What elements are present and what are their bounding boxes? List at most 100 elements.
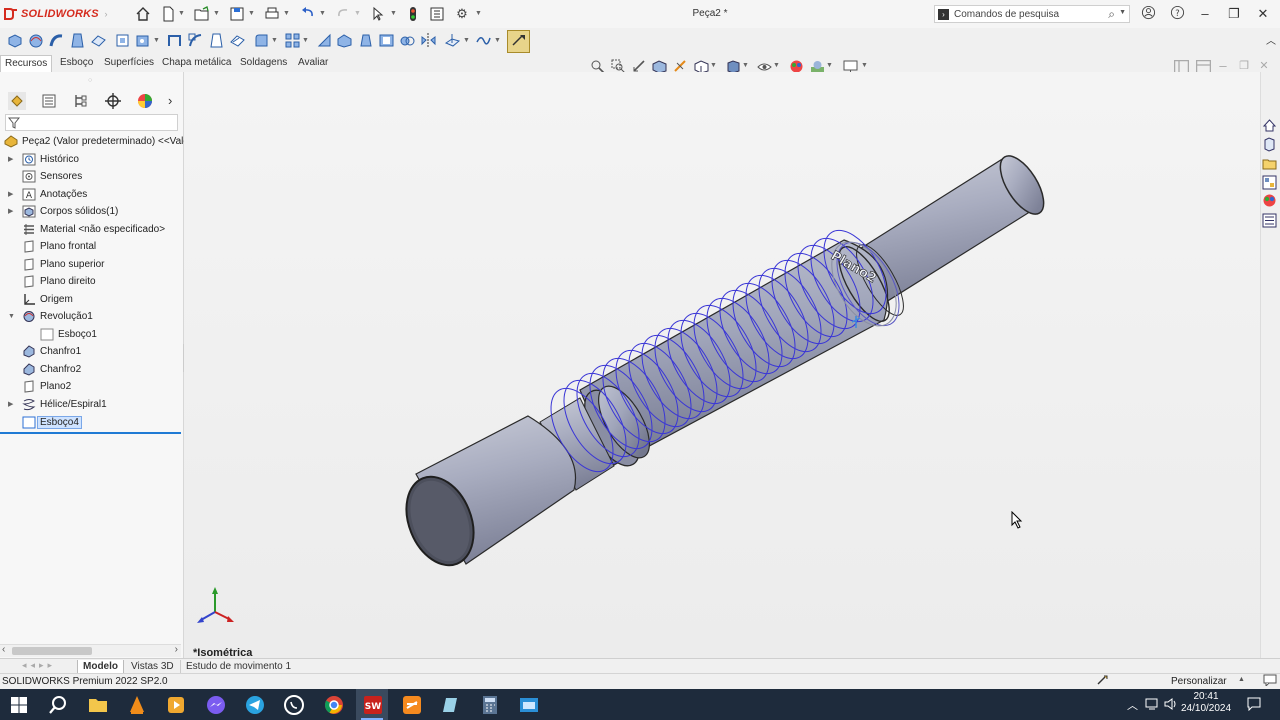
telegram-icon[interactable] xyxy=(244,694,266,716)
tree-item-material[interactable]: Material <não especificado> xyxy=(24,221,165,238)
options-dropdown-icon[interactable]: ▼ xyxy=(475,6,482,22)
options-gear-icon[interactable]: ⚙ xyxy=(454,6,470,22)
new-document-icon[interactable] xyxy=(160,6,176,22)
loft-icon[interactable] xyxy=(69,32,86,49)
wrap-icon[interactable] xyxy=(336,32,353,49)
messenger-icon[interactable] xyxy=(205,694,227,716)
open-dropdown-icon[interactable]: ▼ xyxy=(213,6,220,22)
tab-vistas-3d[interactable]: Vistas 3D xyxy=(126,660,179,673)
expand-arrow-icon[interactable]: ▶ xyxy=(8,151,18,168)
units-dropdown-icon[interactable]: ▲ xyxy=(1238,676,1245,683)
design-library-icon[interactable] xyxy=(1262,137,1277,152)
pattern-dropdown-icon[interactable]: ▼ xyxy=(302,33,309,49)
tab-recursos[interactable]: Recursos xyxy=(0,55,53,72)
vlc-icon[interactable] xyxy=(126,694,148,716)
collapse-ribbon-icon[interactable]: ︿ xyxy=(1262,33,1280,51)
undo-icon[interactable] xyxy=(300,6,316,22)
tab-chapa-metalica[interactable]: Chapa metálica xyxy=(158,55,235,71)
tree-item-plano-superior[interactable]: Plano superior xyxy=(24,256,104,273)
redo-icon[interactable] xyxy=(335,6,351,22)
scroll-right-icon[interactable]: › xyxy=(175,644,178,655)
select-dropdown-icon[interactable]: ▼ xyxy=(390,6,397,22)
view-palette-icon[interactable] xyxy=(1262,175,1277,190)
file-explorer-taskbar-icon[interactable] xyxy=(87,694,109,716)
teams-icon[interactable] xyxy=(440,694,462,716)
tree-item-sensores[interactable]: Sensores xyxy=(22,168,82,185)
graphics-viewport[interactable]: Plano2 xyxy=(184,72,1260,658)
help-icon[interactable]: ? xyxy=(1168,5,1186,23)
linear-pattern-icon[interactable] xyxy=(284,32,301,49)
close-button[interactable]: ✕ xyxy=(1254,5,1272,23)
tab-soldagens[interactable]: Soldagens xyxy=(236,55,291,71)
tree-horizontal-scrollbar[interactable]: ‹ › xyxy=(0,644,181,657)
scroll-left-icon[interactable]: ‹ xyxy=(2,644,5,655)
print-dropdown-icon[interactable]: ▼ xyxy=(283,6,290,22)
swept-cut-icon[interactable] xyxy=(187,32,204,49)
tab-superficies[interactable]: Superfícies xyxy=(100,55,158,71)
whatsapp-icon[interactable] xyxy=(283,694,305,716)
redo-dropdown-icon[interactable]: ▼ xyxy=(354,6,361,22)
expand-arrow-icon[interactable]: ▶ xyxy=(8,186,18,203)
shaft-part[interactable] xyxy=(394,149,1052,575)
print-icon[interactable] xyxy=(264,6,280,22)
tab-avaliar[interactable]: Avaliar xyxy=(294,55,332,71)
tree-item-corpos-solidos[interactable]: ▶ Corpos sólidos(1) xyxy=(8,203,118,220)
tree-root-part[interactable]: Peça2 (Valor predeterminado) <<Valo xyxy=(4,133,189,150)
search-dropdown-icon[interactable]: ▼ xyxy=(1119,9,1126,16)
hole-dropdown-icon[interactable]: ▼ xyxy=(153,33,160,49)
app-window-icon[interactable] xyxy=(518,694,540,716)
rebuild-icon[interactable] xyxy=(405,6,421,22)
tree-item-plano-frontal[interactable]: Plano frontal xyxy=(24,238,96,255)
tree-item-chanfro1[interactable]: Chanfro1 xyxy=(23,343,81,360)
hole-wizard-icon[interactable] xyxy=(135,32,152,49)
appearances-icon[interactable] xyxy=(1262,193,1277,208)
tab-estudo-movimento[interactable]: Estudo de movimento 1 xyxy=(180,660,296,673)
lofted-cut-icon[interactable] xyxy=(208,32,225,49)
expand-arrow-icon[interactable]: ▶ xyxy=(8,396,18,413)
tree-item-chanfro2[interactable]: Chanfro2 xyxy=(23,361,81,378)
command-search[interactable]: › Comandos de pesquisa ⌕ ▼ xyxy=(934,5,1130,23)
tab-esboco[interactable]: Esboço xyxy=(56,55,97,71)
revolved-boss-icon[interactable] xyxy=(27,32,44,49)
tree-item-plano2[interactable]: Plano2 xyxy=(24,378,71,395)
fillet-icon[interactable] xyxy=(253,32,270,49)
calculator-icon[interactable] xyxy=(479,694,501,716)
collapse-arrow-icon[interactable]: ▼ xyxy=(8,308,18,325)
network-icon[interactable] xyxy=(1145,697,1159,711)
open-folder-icon[interactable] xyxy=(194,6,210,22)
display-manager-tab-icon[interactable] xyxy=(136,92,154,110)
split-view-icon[interactable] xyxy=(1174,60,1189,75)
tree-item-helice-espiral1[interactable]: ▶ Hélice/Espiral1 xyxy=(8,396,107,413)
tab-scroll-arrows-icon[interactable]: ◂◂▸▸ xyxy=(22,660,56,671)
curves-icon[interactable] xyxy=(475,32,492,49)
rollback-bar[interactable] xyxy=(0,432,181,434)
sweep-icon[interactable] xyxy=(48,32,65,49)
panel-grip-icon[interactable]: ○ xyxy=(88,77,94,84)
curves-dropdown-icon[interactable]: ▼ xyxy=(494,33,501,49)
draft-icon[interactable] xyxy=(357,32,374,49)
rebuild-status-icon[interactable] xyxy=(1096,674,1108,686)
sublime-icon[interactable] xyxy=(401,694,423,716)
mirror-icon[interactable] xyxy=(420,32,437,49)
tree-item-anotacoes[interactable]: ▶ A Anotações xyxy=(8,186,87,203)
user-account-icon[interactable] xyxy=(1139,5,1157,23)
chrome-icon[interactable] xyxy=(323,694,345,716)
extruded-cut-icon[interactable] xyxy=(114,32,131,49)
intersect-icon[interactable] xyxy=(399,32,416,49)
shell-icon[interactable] xyxy=(378,32,395,49)
volume-icon[interactable] xyxy=(1164,697,1178,711)
status-message-icon[interactable] xyxy=(1263,674,1277,688)
tray-chevron-icon[interactable]: ︿ xyxy=(1127,697,1138,713)
custom-properties-icon[interactable] xyxy=(1262,213,1277,228)
scroll-thumb[interactable] xyxy=(12,647,92,655)
save-dropdown-icon[interactable]: ▼ xyxy=(248,6,255,22)
model-view[interactable]: Plano2 xyxy=(184,72,1260,658)
expand-arrow-icon[interactable]: ▶ xyxy=(8,203,18,220)
select-arrow-icon[interactable] xyxy=(370,6,386,22)
tree-item-esboco1[interactable]: Esboço1 xyxy=(40,326,97,343)
panel-expand-arrow-icon[interactable]: › xyxy=(168,93,172,108)
restore-button[interactable]: ❐ xyxy=(1225,5,1243,23)
property-manager-tab-icon[interactable] xyxy=(40,92,58,110)
fillet-dropdown-icon[interactable]: ▼ xyxy=(271,33,278,49)
solidworks-logo[interactable]: SOLIDWORKS xyxy=(4,6,99,22)
